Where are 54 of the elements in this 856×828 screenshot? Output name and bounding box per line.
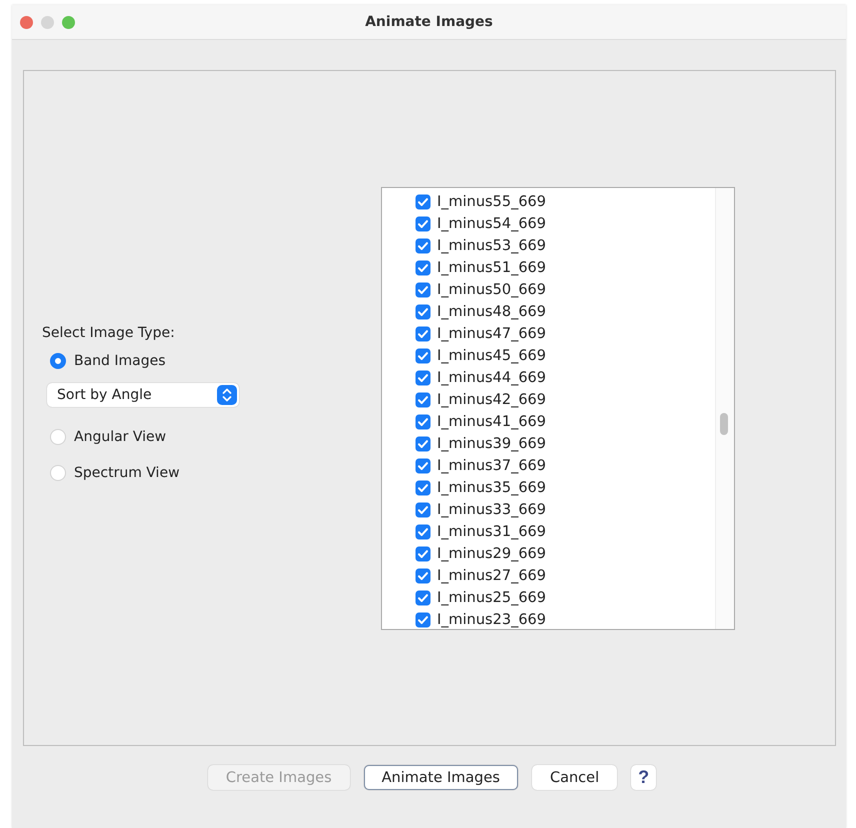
- radio-button[interactable]: Spectrum View: [50, 465, 180, 481]
- list-item-label[interactable]: I_minus55_669: [437, 194, 546, 210]
- list-item-label[interactable]: I_minus41_669: [437, 414, 546, 430]
- checkbox[interactable]: [415, 568, 431, 584]
- checkbox[interactable]: [415, 458, 431, 474]
- checkbox[interactable]: [415, 282, 431, 298]
- checkbox[interactable]: [415, 326, 431, 342]
- checkbox[interactable]: [415, 238, 431, 254]
- list-item-label[interactable]: I_minus31_669: [437, 524, 546, 540]
- list-item-label[interactable]: I_minus39_669: [437, 436, 546, 452]
- list-item-label[interactable]: I_minus50_669: [437, 282, 546, 298]
- list-item-label[interactable]: I_minus51_669: [437, 260, 546, 276]
- checkbox[interactable]: [415, 304, 431, 320]
- radio-button[interactable]: Angular View: [50, 429, 166, 445]
- checkbox[interactable]: [415, 260, 431, 276]
- checkbox[interactable]: [415, 216, 431, 232]
- checkbox[interactable]: [415, 546, 431, 562]
- list-item-label[interactable]: I_minus25_669: [437, 590, 546, 606]
- checkbox[interactable]: [415, 502, 431, 518]
- list-item-label[interactable]: I_minus48_669: [437, 304, 546, 320]
- list-item-label[interactable]: I_minus27_669: [437, 568, 546, 584]
- stepper-icon: [217, 385, 237, 405]
- checkbox[interactable]: [415, 370, 431, 386]
- radio-button[interactable]: Band Images: [50, 353, 166, 369]
- checkbox[interactable]: [415, 392, 431, 408]
- sort-dropdown[interactable]: Sort by Angle: [47, 383, 239, 407]
- checkbox[interactable]: [415, 590, 431, 606]
- checkbox[interactable]: [415, 414, 431, 430]
- scrollbar[interactable]: [715, 188, 734, 628]
- help-button[interactable]: ?: [631, 765, 656, 790]
- dialog-button[interactable]: Animate Images: [364, 765, 518, 790]
- dialog-button[interactable]: Cancel: [532, 765, 618, 790]
- list-item-label[interactable]: I_minus54_669: [437, 216, 546, 232]
- checkbox[interactable]: [415, 612, 431, 628]
- scroll-thumb[interactable]: [720, 412, 728, 434]
- list-item-label[interactable]: I_minus29_669: [437, 546, 546, 562]
- checkbox[interactable]: [415, 480, 431, 496]
- section-label: Select Image Type:: [42, 325, 175, 341]
- list-item-label[interactable]: I_minus42_669: [437, 392, 546, 408]
- checkbox[interactable]: [415, 524, 431, 540]
- list-item-label[interactable]: I_minus47_669: [437, 326, 546, 342]
- window-title: Animate Images: [365, 14, 493, 30]
- list-item-label[interactable]: I_minus44_669: [437, 370, 546, 386]
- checkbox[interactable]: [415, 436, 431, 452]
- checkbox[interactable]: [415, 194, 431, 210]
- list-item-label[interactable]: I_minus53_669: [437, 238, 546, 254]
- close-icon[interactable]: [20, 16, 33, 28]
- zoom-icon[interactable]: [62, 16, 75, 28]
- list-item-label[interactable]: I_minus37_669: [437, 458, 546, 474]
- list-item-label[interactable]: I_minus45_669: [437, 348, 546, 364]
- checkbox[interactable]: [415, 348, 431, 364]
- list-item-label[interactable]: I_minus33_669: [437, 502, 546, 518]
- list-item-label[interactable]: I_minus23_669: [437, 612, 546, 628]
- list-item-label[interactable]: I_minus35_669: [437, 480, 546, 496]
